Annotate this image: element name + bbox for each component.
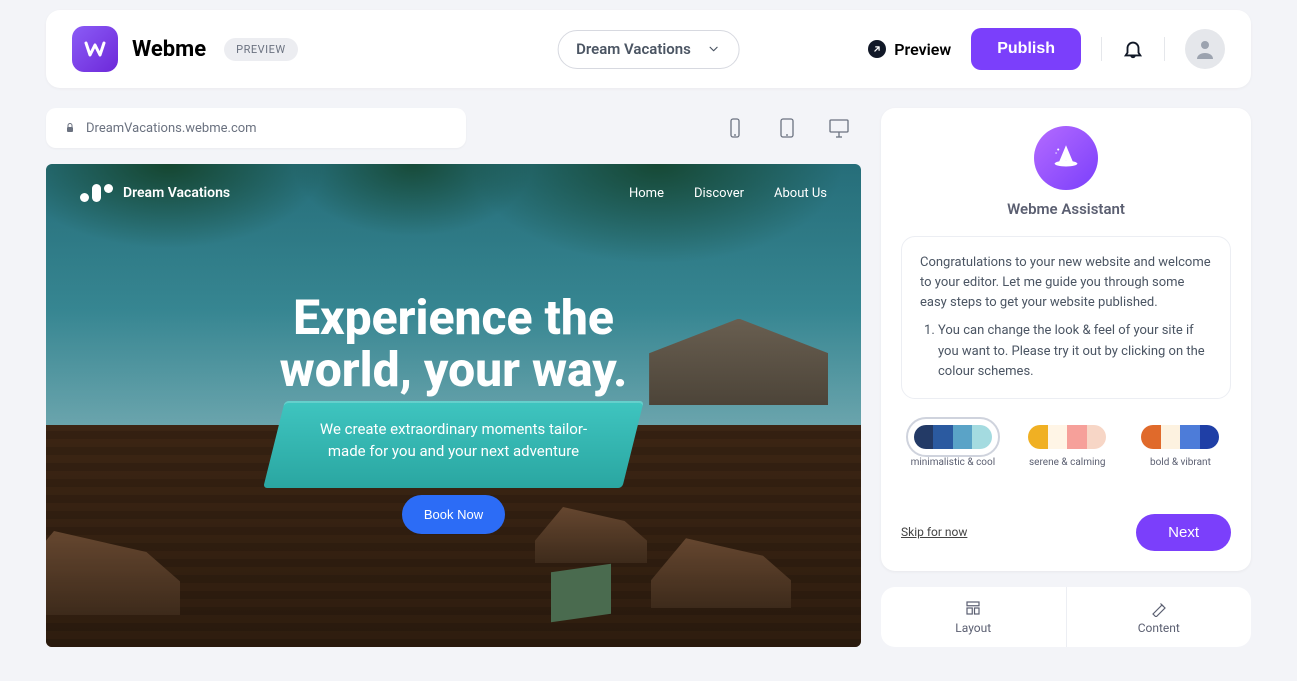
- swatch-icon: [912, 423, 994, 451]
- layout-icon: [964, 599, 982, 617]
- external-arrow-icon: [868, 40, 886, 58]
- site-nav: Home Discover About Us: [629, 186, 827, 201]
- assistant-title: Webme Assistant: [901, 200, 1231, 218]
- editor-tabs: Layout Content: [881, 587, 1251, 647]
- site-preview-canvas[interactable]: Dream Vacations Home Discover About Us E…: [46, 164, 861, 647]
- scheme-label: serene & calming: [1026, 457, 1108, 468]
- assistant-step: You can change the look & feel of your s…: [938, 321, 1212, 381]
- site-logo-mark-icon: [80, 184, 113, 202]
- preview-link-label: Preview: [894, 40, 951, 59]
- color-scheme-picker: minimalistic & cool serene & calming bold …: [901, 423, 1231, 468]
- scheme-option-bold[interactable]: bold & vibrant: [1139, 423, 1221, 468]
- app-topbar: Webme PREVIEW Dream Vacations Preview Pu…: [46, 10, 1251, 88]
- tab-layout-label: Layout: [881, 621, 1066, 635]
- hero-title: Experience the world, your way.: [70, 292, 837, 396]
- scheme-label: bold & vibrant: [1139, 457, 1221, 468]
- assistant-panel: Webme Assistant Congratulations to your …: [881, 108, 1251, 571]
- nav-item-home[interactable]: Home: [629, 186, 664, 201]
- device-tablet-button[interactable]: [775, 116, 799, 140]
- nav-item-discover[interactable]: Discover: [694, 186, 744, 201]
- nav-item-about[interactable]: About Us: [774, 186, 827, 201]
- scheme-label: minimalistic & cool: [911, 457, 996, 468]
- avatar: [1185, 29, 1225, 69]
- project-selector-label: Dream Vacations: [576, 40, 691, 58]
- hero-section: Experience the world, your way. We creat…: [46, 292, 861, 534]
- skip-link[interactable]: Skip for now: [901, 525, 967, 539]
- divider: [1164, 37, 1165, 61]
- tab-content[interactable]: Content: [1067, 587, 1252, 647]
- account-button[interactable]: [1185, 29, 1225, 69]
- publish-button[interactable]: Publish: [971, 28, 1081, 70]
- canvas-toolbar: DreamVacations.webme.com: [46, 108, 861, 148]
- chevron-down-icon: [707, 42, 721, 56]
- project-selector[interactable]: Dream Vacations: [557, 30, 740, 69]
- scheme-option-minimal[interactable]: minimalistic & cool: [911, 423, 996, 468]
- site-logo[interactable]: Dream Vacations: [80, 184, 230, 202]
- lock-icon: [64, 122, 76, 134]
- divider: [1101, 37, 1102, 61]
- content-icon: [1150, 599, 1168, 617]
- wizard-hat-icon: [1049, 141, 1083, 175]
- tab-content-label: Content: [1067, 621, 1252, 635]
- brand-mark-icon: [83, 37, 107, 61]
- swatch-icon: [1139, 423, 1221, 451]
- tab-layout[interactable]: Layout: [881, 587, 1067, 647]
- site-name: Dream Vacations: [123, 185, 230, 201]
- mode-badge: PREVIEW: [224, 38, 297, 61]
- device-desktop-button[interactable]: [827, 116, 851, 140]
- assistant-greeting: Congratulations to your new website and …: [920, 253, 1212, 313]
- hero-subtitle: We create extraordinary moments tailor- …: [70, 418, 837, 463]
- brand-name: Webme: [132, 37, 206, 62]
- scheme-option-serene[interactable]: serene & calming: [1026, 423, 1108, 468]
- site-header: Dream Vacations Home Discover About Us: [46, 164, 861, 202]
- swatch-icon: [1026, 423, 1108, 451]
- brand-logo: [72, 26, 118, 72]
- notifications-button[interactable]: [1122, 38, 1144, 60]
- address-bar[interactable]: DreamVacations.webme.com: [46, 108, 466, 148]
- assistant-message: Congratulations to your new website and …: [901, 236, 1231, 399]
- assistant-avatar: [1034, 126, 1098, 190]
- preview-link[interactable]: Preview: [868, 40, 951, 59]
- address-text: DreamVacations.webme.com: [86, 121, 257, 136]
- hero-background-table: [551, 564, 611, 622]
- hero-cta-button[interactable]: Book Now: [402, 495, 505, 534]
- user-icon: [1193, 37, 1217, 61]
- device-mobile-button[interactable]: [723, 116, 747, 140]
- next-button[interactable]: Next: [1136, 514, 1231, 551]
- bell-icon: [1122, 38, 1144, 60]
